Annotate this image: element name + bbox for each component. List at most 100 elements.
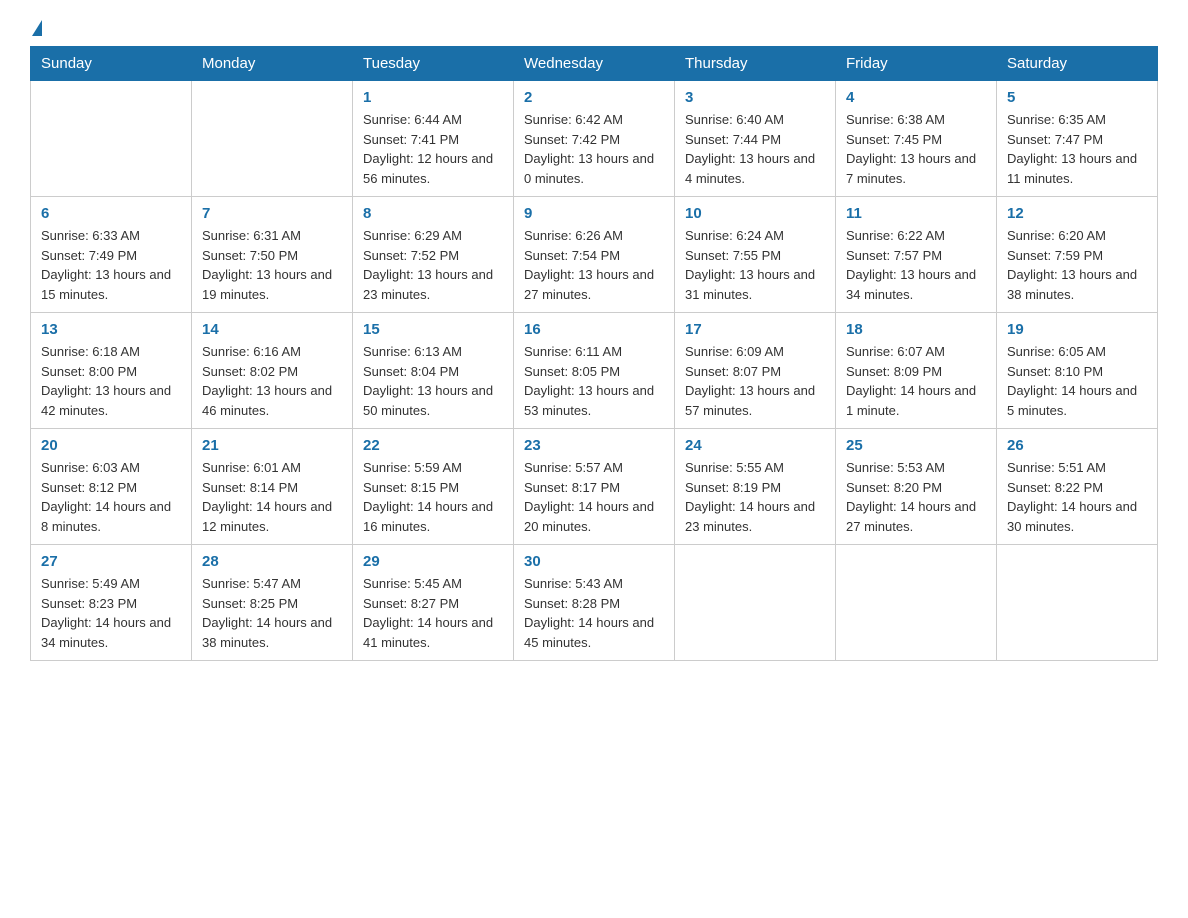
calendar-cell: 27Sunrise: 5:49 AMSunset: 8:23 PMDayligh… [31, 545, 192, 661]
calendar-cell: 12 Sunrise: 6:20 AMSunset: 7:59 PMDayligh… [997, 197, 1158, 313]
calendar-cell: 3Sunrise: 6:40 AMSunset: 7:44 PMDaylight… [675, 81, 836, 197]
weekday-header-friday: Friday [836, 47, 997, 81]
calendar-week-3: 13 Sunrise: 6:18 AMSunset: 8:00 PMDayligh… [31, 313, 1158, 429]
day-info: Sunrise: 6:24 AMSunset: 7:55 PMDaylight:… [685, 226, 825, 304]
page-header [30, 20, 1158, 28]
day-number: 23 [524, 437, 664, 454]
day-number: 22 [363, 437, 503, 454]
day-info: Sunrise: 6:03 AMSunset: 8:12 PMDaylight:… [41, 458, 181, 536]
day-info: Sunrise: 6:01 AMSunset: 8:14 PMDaylight:… [202, 458, 342, 536]
calendar-cell: 17Sunrise: 6:09 AMSunset: 8:07 PMDayligh… [675, 313, 836, 429]
day-info: Sunrise: 6:09 AMSunset: 8:07 PMDaylight:… [685, 342, 825, 420]
day-number: 21 [202, 437, 342, 454]
calendar-cell [192, 81, 353, 197]
calendar-cell [997, 545, 1158, 661]
day-number: 2 [524, 89, 664, 106]
calendar-cell: 1 Sunrise: 6:44 AMSunset: 7:41 PMDaylight… [353, 81, 514, 197]
calendar-cell: 29 Sunrise: 5:45 AMSunset: 8:27 PMDayligh… [353, 545, 514, 661]
calendar-cell: 4 Sunrise: 6:38 AMSunset: 7:45 PMDaylight… [836, 81, 997, 197]
calendar-cell: 21 Sunrise: 6:01 AMSunset: 8:14 PMDayligh… [192, 429, 353, 545]
day-info: Sunrise: 6:31 AMSunset: 7:50 PMDaylight:… [202, 226, 342, 304]
day-number: 19 [1007, 321, 1147, 338]
calendar-cell: 28 Sunrise: 5:47 AMSunset: 8:25 PMDayligh… [192, 545, 353, 661]
calendar-cell: 13 Sunrise: 6:18 AMSunset: 8:00 PMDayligh… [31, 313, 192, 429]
day-info: Sunrise: 6:22 AMSunset: 7:57 PMDaylight:… [846, 226, 986, 304]
calendar-cell: 18 Sunrise: 6:07 AMSunset: 8:09 PMDayligh… [836, 313, 997, 429]
calendar-cell [31, 81, 192, 197]
day-number: 1 [363, 89, 503, 106]
day-info: Sunrise: 6:26 AMSunset: 7:54 PMDaylight:… [524, 226, 664, 304]
day-info: Sunrise: 6:16 AMSunset: 8:02 PMDaylight:… [202, 342, 342, 420]
day-number: 20 [41, 437, 181, 454]
day-info: Sunrise: 5:47 AMSunset: 8:25 PMDaylight:… [202, 574, 342, 652]
day-info: Sunrise: 6:33 AMSunset: 7:49 PMDaylight:… [41, 226, 181, 304]
day-number: 30 [524, 553, 664, 570]
calendar-header-row: SundayMondayTuesdayWednesdayThursdayFrid… [31, 47, 1158, 81]
weekday-header-tuesday: Tuesday [353, 47, 514, 81]
day-number: 8 [363, 205, 503, 222]
calendar-cell: 19 Sunrise: 6:05 AMSunset: 8:10 PMDayligh… [997, 313, 1158, 429]
day-number: 12 [1007, 205, 1147, 222]
day-info: Sunrise: 5:51 AMSunset: 8:22 PMDaylight:… [1007, 458, 1147, 536]
calendar-week-1: 1 Sunrise: 6:44 AMSunset: 7:41 PMDaylight… [31, 81, 1158, 197]
calendar-cell: 11 Sunrise: 6:22 AMSunset: 7:57 PMDayligh… [836, 197, 997, 313]
calendar-cell: 20 Sunrise: 6:03 AMSunset: 8:12 PMDayligh… [31, 429, 192, 545]
day-number: 6 [41, 205, 181, 222]
calendar-week-2: 6 Sunrise: 6:33 AMSunset: 7:49 PMDaylight… [31, 197, 1158, 313]
day-number: 11 [846, 205, 986, 222]
calendar-week-4: 20 Sunrise: 6:03 AMSunset: 8:12 PMDayligh… [31, 429, 1158, 545]
calendar-cell: 9 Sunrise: 6:26 AMSunset: 7:54 PMDaylight… [514, 197, 675, 313]
day-info: Sunrise: 6:35 AMSunset: 7:47 PMDaylight:… [1007, 110, 1147, 188]
day-number: 5 [1007, 89, 1147, 106]
calendar-cell [675, 545, 836, 661]
calendar-cell: 23 Sunrise: 5:57 AMSunset: 8:17 PMDayligh… [514, 429, 675, 545]
day-info: Sunrise: 6:29 AMSunset: 7:52 PMDaylight:… [363, 226, 503, 304]
calendar-cell: 5 Sunrise: 6:35 AMSunset: 7:47 PMDaylight… [997, 81, 1158, 197]
weekday-header-saturday: Saturday [997, 47, 1158, 81]
calendar-cell: 14 Sunrise: 6:16 AMSunset: 8:02 PMDayligh… [192, 313, 353, 429]
day-number: 16 [524, 321, 664, 338]
calendar-cell: 2 Sunrise: 6:42 AMSunset: 7:42 PMDaylight… [514, 81, 675, 197]
day-info: Sunrise: 5:59 AMSunset: 8:15 PMDaylight:… [363, 458, 503, 536]
day-info: Sunrise: 5:57 AMSunset: 8:17 PMDaylight:… [524, 458, 664, 536]
day-info: Sunrise: 5:55 AMSunset: 8:19 PMDaylight:… [685, 458, 825, 536]
day-number: 29 [363, 553, 503, 570]
weekday-header-monday: Monday [192, 47, 353, 81]
day-number: 14 [202, 321, 342, 338]
day-info: Sunrise: 6:11 AMSunset: 8:05 PMDaylight:… [524, 342, 664, 420]
day-number: 9 [524, 205, 664, 222]
day-number: 24 [685, 437, 825, 454]
day-number: 18 [846, 321, 986, 338]
calendar-week-5: 27Sunrise: 5:49 AMSunset: 8:23 PMDayligh… [31, 545, 1158, 661]
day-number: 7 [202, 205, 342, 222]
calendar-cell: 26Sunrise: 5:51 AMSunset: 8:22 PMDayligh… [997, 429, 1158, 545]
day-info: Sunrise: 6:38 AMSunset: 7:45 PMDaylight:… [846, 110, 986, 188]
day-number: 27 [41, 553, 181, 570]
day-number: 13 [41, 321, 181, 338]
day-info: Sunrise: 6:18 AMSunset: 8:00 PMDaylight:… [41, 342, 181, 420]
weekday-header-sunday: Sunday [31, 47, 192, 81]
calendar-cell: 25Sunrise: 5:53 AMSunset: 8:20 PMDayligh… [836, 429, 997, 545]
logo-triangle-icon [32, 20, 42, 36]
day-info: Sunrise: 6:44 AMSunset: 7:41 PMDaylight:… [363, 110, 503, 188]
calendar-cell: 16 Sunrise: 6:11 AMSunset: 8:05 PMDayligh… [514, 313, 675, 429]
calendar-cell: 24 Sunrise: 5:55 AMSunset: 8:19 PMDayligh… [675, 429, 836, 545]
day-info: Sunrise: 6:13 AMSunset: 8:04 PMDaylight:… [363, 342, 503, 420]
calendar-cell [836, 545, 997, 661]
day-info: Sunrise: 5:43 AMSunset: 8:28 PMDaylight:… [524, 574, 664, 652]
day-number: 4 [846, 89, 986, 106]
weekday-header-thursday: Thursday [675, 47, 836, 81]
day-info: Sunrise: 6:07 AMSunset: 8:09 PMDaylight:… [846, 342, 986, 420]
calendar-cell: 7 Sunrise: 6:31 AMSunset: 7:50 PMDaylight… [192, 197, 353, 313]
day-number: 28 [202, 553, 342, 570]
logo [30, 20, 42, 28]
day-number: 10 [685, 205, 825, 222]
day-info: Sunrise: 5:53 AMSunset: 8:20 PMDaylight:… [846, 458, 986, 536]
day-info: Sunrise: 6:20 AMSunset: 7:59 PMDaylight:… [1007, 226, 1147, 304]
calendar-cell: 6 Sunrise: 6:33 AMSunset: 7:49 PMDaylight… [31, 197, 192, 313]
day-info: Sunrise: 6:05 AMSunset: 8:10 PMDaylight:… [1007, 342, 1147, 420]
day-number: 3 [685, 89, 825, 106]
day-info: Sunrise: 6:42 AMSunset: 7:42 PMDaylight:… [524, 110, 664, 188]
calendar-cell: 30 Sunrise: 5:43 AMSunset: 8:28 PMDayligh… [514, 545, 675, 661]
day-info: Sunrise: 5:45 AMSunset: 8:27 PMDaylight:… [363, 574, 503, 652]
